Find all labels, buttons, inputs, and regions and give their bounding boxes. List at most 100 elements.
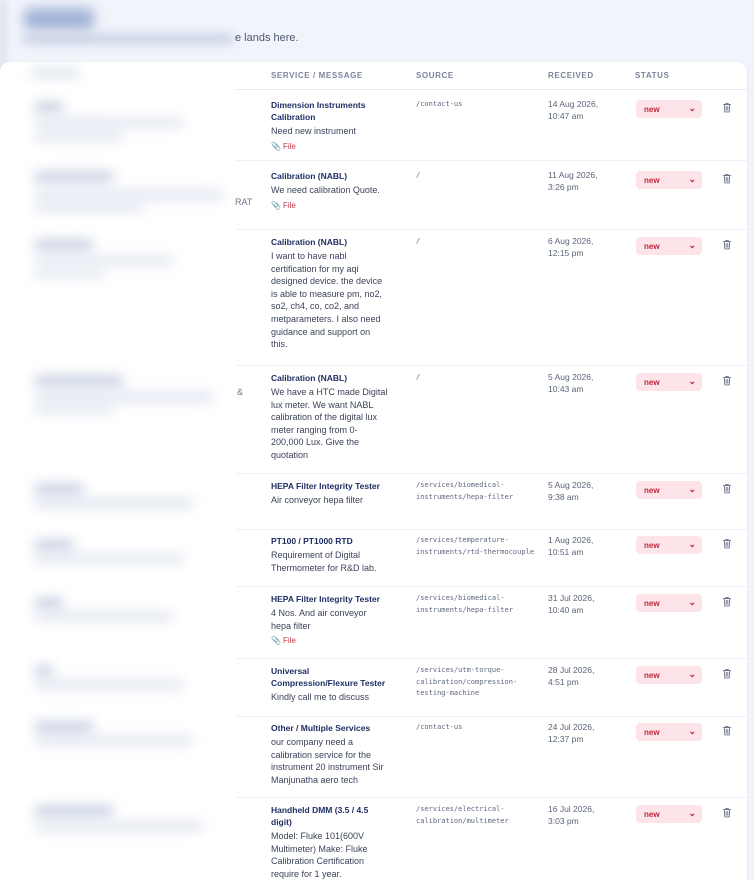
received-time: 10:51 am: [548, 546, 584, 557]
column-header-source[interactable]: SOURCE: [416, 71, 454, 80]
chevron-down-icon: ⌄: [688, 376, 696, 386]
column-header-service[interactable]: SERVICE / MESSAGE: [271, 71, 363, 80]
table-row[interactable]: PT100 / PT1000 RTD Requirement of Digita…: [236, 533, 747, 587]
received-date: 5 Aug 2026,: [548, 480, 594, 490]
status-value: new: [644, 485, 660, 495]
row-divider: [236, 716, 747, 717]
source-cell: /services/temperature-instruments/rtd-th…: [416, 536, 535, 556]
service-cell: Calibration (NABL) I want to have nabl c…: [271, 236, 389, 351]
source-cell: /services/electrical-calibration/multime…: [416, 805, 509, 825]
service-cell: HEPA Filter Integrity Tester Air conveyo…: [271, 480, 389, 507]
status-select[interactable]: new ⌄: [636, 594, 702, 612]
trash-icon[interactable]: [722, 666, 732, 679]
table-row[interactable]: Calibration (NABL) I want to have nabl c…: [236, 234, 747, 366]
status-select[interactable]: new ⌄: [636, 723, 702, 741]
message-text: Need new instrument: [271, 126, 357, 136]
trash-icon[interactable]: [722, 171, 732, 184]
chevron-down-icon: ⌄: [688, 808, 696, 818]
received-date: 16 Jul 2026,: [548, 804, 595, 814]
received-cell: 24 Jul 2026, 12:37 pm: [548, 722, 618, 745]
trash-icon[interactable]: [722, 723, 732, 736]
received-time: 10:43 am: [548, 383, 584, 394]
message-text: Kindly call me to discuss: [271, 692, 370, 702]
paperclip-icon: 📎: [271, 141, 281, 151]
received-date: 28 Jul 2026,: [548, 665, 595, 675]
trash-icon[interactable]: [722, 536, 732, 549]
table-row[interactable]: Universal Compression/Flexure Tester Kin…: [236, 663, 747, 717]
service-cell: Universal Compression/Flexure Tester Kin…: [271, 665, 389, 704]
trash-icon[interactable]: [722, 805, 732, 818]
trash-icon[interactable]: [722, 594, 732, 607]
status-select[interactable]: new ⌄: [636, 373, 702, 391]
table-row[interactable]: Calibration (NABL) We need calibration Q…: [236, 168, 747, 230]
source-cell: /services/biomedical-instruments/hepa-fi…: [416, 481, 513, 501]
status-value: new: [644, 540, 660, 550]
trash-icon[interactable]: [722, 373, 732, 386]
row-divider: [236, 586, 747, 587]
service-cell: Handheld DMM (3.5 / 4.5 digit) Model: Fl…: [271, 804, 389, 880]
status-select[interactable]: new ⌄: [636, 481, 702, 499]
service-cell: PT100 / PT1000 RTD Requirement of Digita…: [271, 535, 389, 574]
status-select[interactable]: new ⌄: [636, 536, 702, 554]
service-name: Calibration (NABL): [271, 171, 348, 181]
status-value: new: [644, 727, 660, 737]
table-row[interactable]: Dimension Instruments Calibration Need n…: [236, 97, 747, 161]
received-time: 3:26 pm: [548, 181, 579, 192]
page-title-blurred: [24, 8, 94, 30]
status-value: new: [644, 175, 660, 185]
status-select[interactable]: new ⌄: [636, 237, 702, 255]
received-cell: 28 Jul 2026, 4:51 pm: [548, 665, 618, 688]
table-row[interactable]: Other / Multiple Services our company ne…: [236, 720, 747, 798]
source-cell: /contact-us: [416, 723, 463, 731]
service-cell: Calibration (NABL) We have a HTC made Di…: [271, 372, 389, 462]
file-link-label: File: [282, 141, 296, 151]
received-cell: 5 Aug 2026, 9:38 am: [548, 480, 618, 503]
received-time: 3:03 pm: [548, 815, 579, 826]
message-text: We need calibration Quote.: [271, 185, 380, 195]
row-divider: [236, 529, 747, 530]
blurred-contact-column: [0, 62, 262, 880]
received-date: 1 Aug 2026,: [548, 535, 594, 545]
received-cell: 16 Jul 2026, 3:03 pm: [548, 804, 618, 827]
file-link[interactable]: 📎 File: [271, 635, 389, 647]
received-cell: 1 Aug 2026, 10:51 am: [548, 535, 618, 558]
table-row[interactable]: HEPA Filter Integrity Tester Air conveyo…: [236, 478, 747, 530]
status-value: new: [644, 809, 660, 819]
source-cell: /: [416, 237, 421, 245]
status-select[interactable]: new ⌄: [636, 171, 702, 189]
received-cell: 11 Aug 2026, 3:26 pm: [548, 170, 618, 193]
status-select[interactable]: new ⌄: [636, 100, 702, 118]
received-time: 9:38 am: [548, 491, 579, 502]
service-name: Handheld DMM (3.5 / 4.5 digit): [271, 805, 369, 827]
received-date: 24 Jul 2026,: [548, 722, 595, 732]
service-name: Other / Multiple Services: [271, 723, 371, 733]
received-date: 14 Aug 2026,: [548, 99, 599, 109]
trash-icon[interactable]: [722, 100, 732, 113]
row-divider: [236, 658, 747, 659]
table-row[interactable]: HEPA Filter Integrity Tester 4 Nos. And …: [236, 591, 747, 659]
column-header-status[interactable]: STATUS: [635, 71, 669, 80]
received-date: 6 Aug 2026,: [548, 236, 594, 246]
row-divider: [236, 473, 747, 474]
file-link[interactable]: 📎 File: [271, 141, 389, 153]
message-text: our company need a calibration service f…: [271, 737, 384, 785]
table-row[interactable]: Calibration (NABL) We have a HTC made Di…: [236, 370, 747, 474]
service-cell: Dimension Instruments Calibration Need n…: [271, 99, 389, 153]
status-value: new: [644, 104, 660, 114]
service-cell: Other / Multiple Services our company ne…: [271, 722, 389, 786]
chevron-down-icon: ⌄: [688, 669, 696, 679]
source-cell: /contact-us: [416, 100, 463, 108]
file-link[interactable]: 📎 File: [271, 200, 389, 212]
status-value: new: [644, 241, 660, 251]
status-select[interactable]: new ⌄: [636, 666, 702, 684]
trash-icon[interactable]: [722, 237, 732, 250]
status-select[interactable]: new ⌄: [636, 805, 702, 823]
received-date: 31 Jul 2026,: [548, 593, 595, 603]
column-header-received[interactable]: RECEIVED: [548, 71, 594, 80]
table-row[interactable]: Handheld DMM (3.5 / 4.5 digit) Model: Fl…: [236, 802, 747, 880]
paperclip-icon: 📎: [271, 636, 281, 646]
chevron-down-icon: ⌄: [688, 103, 696, 113]
chevron-down-icon: ⌄: [688, 539, 696, 549]
trash-icon[interactable]: [722, 481, 732, 494]
file-link-label: File: [282, 200, 296, 210]
